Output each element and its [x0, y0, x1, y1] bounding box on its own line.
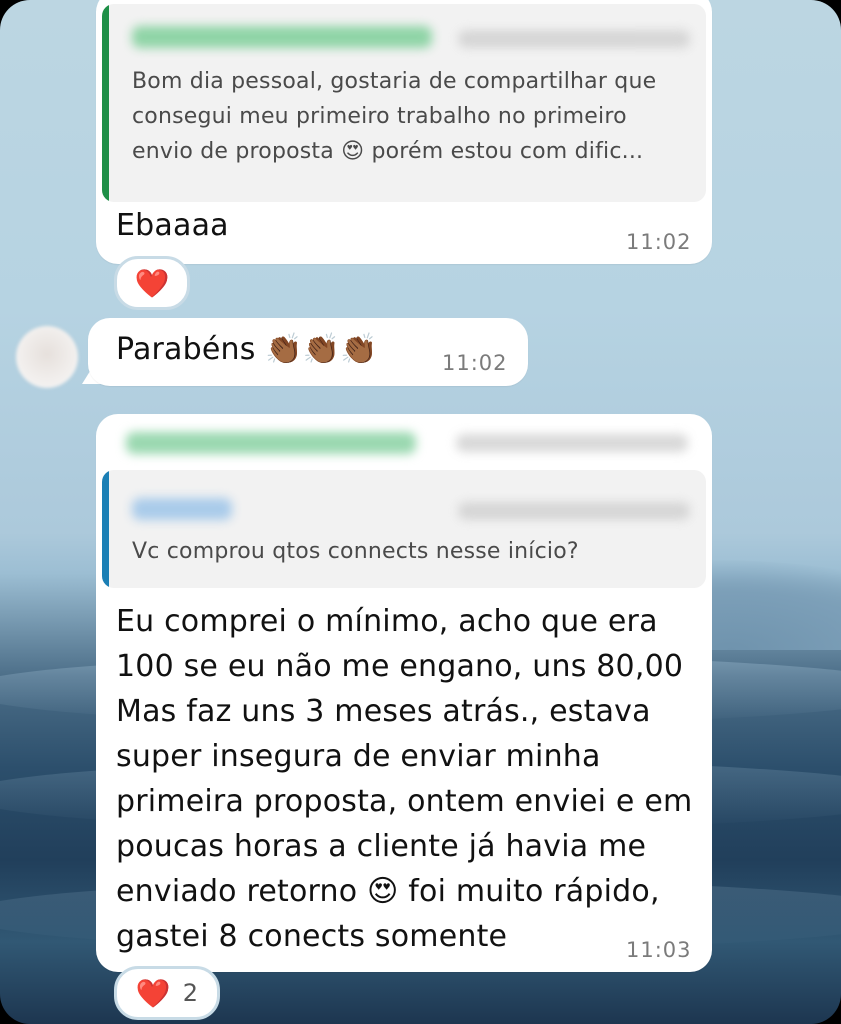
chat-screen: Bom dia pessoal, gostaria de compartilha…	[0, 0, 841, 1024]
avatar[interactable]	[16, 326, 78, 388]
reaction-badge[interactable]: ❤️	[114, 256, 190, 310]
message-bubble[interactable]: Bom dia pessoal, gostaria de compartilha…	[96, 0, 712, 264]
redacted-sender-name	[126, 432, 416, 454]
message-text-line: primeira proposta, ontem enviei e em	[116, 784, 693, 819]
message-text: Parabéns 👏🏾👏🏾👏🏾	[116, 332, 378, 367]
message-text-line: poucas horas a cliente já havia me	[116, 829, 647, 864]
redacted-sender-name	[132, 26, 432, 48]
reaction-badge[interactable]: ❤️ 2	[114, 966, 220, 1020]
message-text-line: 100 se eu não me engano, uns 80,00	[116, 649, 684, 684]
message-text-line: super insegura de enviar minha	[116, 739, 601, 774]
message-text-line: Mas faz uns 3 meses atrás., estava	[116, 694, 651, 729]
reply-quote[interactable]: Bom dia pessoal, gostaria de compartilha…	[102, 4, 706, 202]
message-bubble[interactable]: Vc comprou qtos connects nesse início? E…	[96, 414, 712, 972]
redacted-phone	[458, 30, 690, 48]
message-time: 11:03	[626, 938, 692, 962]
quote-bar	[102, 470, 109, 588]
redacted-sender-name	[132, 498, 232, 520]
quote-text-line: Bom dia pessoal, gostaria de compartilha…	[132, 69, 657, 94]
redacted-phone	[456, 434, 688, 452]
quote-text-line: consegui meu primeiro trabalho no primei…	[132, 104, 627, 129]
message-text-line: gastei 8 conects somente	[116, 919, 508, 954]
message-bubble[interactable]: Parabéns 👏🏾👏🏾👏🏾 11:02	[88, 318, 528, 386]
message-text-line: Eu comprei o mínimo, acho que era	[116, 604, 658, 639]
quote-bar	[102, 4, 109, 202]
redacted-phone	[458, 502, 690, 520]
message-time: 11:02	[442, 351, 508, 375]
quote-text: Vc comprou qtos connects nesse início?	[132, 539, 579, 564]
heart-icon: ❤️	[134, 266, 170, 300]
heart-icon: ❤️	[135, 976, 171, 1010]
message-text: Ebaaaa	[116, 208, 229, 243]
reply-quote[interactable]: Vc comprou qtos connects nesse início?	[102, 470, 706, 588]
quote-text-line: envio de proposta 😍 porém estou com difi…	[132, 139, 644, 164]
message-time: 11:02	[626, 230, 692, 254]
reaction-count: 2	[182, 979, 199, 1007]
message-text-line: enviado retorno 😍 foi muito rápido,	[116, 874, 660, 909]
